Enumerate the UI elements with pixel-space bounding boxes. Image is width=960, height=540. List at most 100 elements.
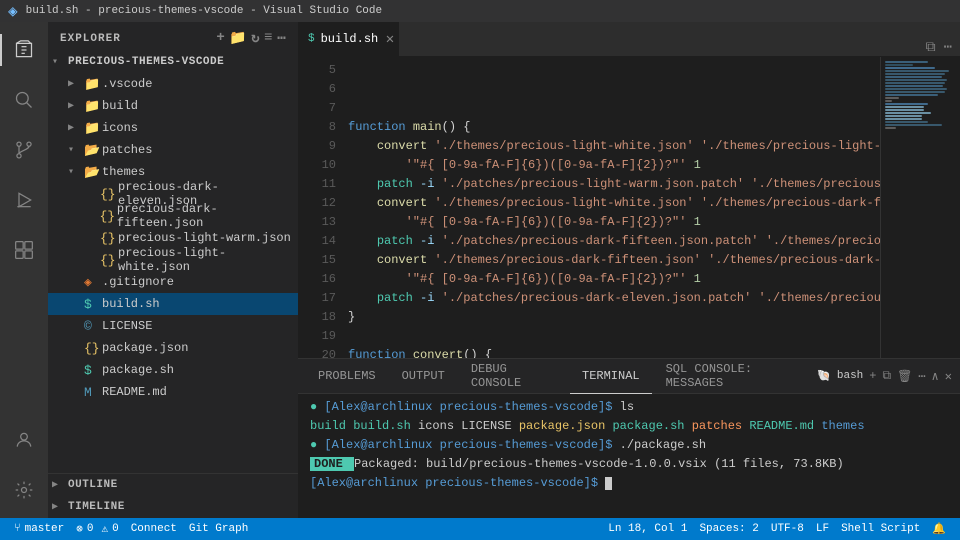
run-activity-icon[interactable] bbox=[0, 176, 48, 224]
sidebar-item-dark-fifteen[interactable]: {} precious-dark-fifteen.json bbox=[48, 205, 298, 227]
status-spaces[interactable]: Spaces: 2 bbox=[693, 523, 764, 535]
explorer-title: EXPLORER bbox=[60, 33, 121, 45]
editor-content: 5 6 7 8 9 10 11 12 13 14 15 16 17 18 19 … bbox=[298, 57, 960, 358]
title-bar: ◈ build.sh - precious-themes-vscode - Vi… bbox=[0, 0, 960, 22]
sidebar-item-packagejson[interactable]: {} package.json bbox=[48, 337, 298, 359]
timeline-arrow: ▶ bbox=[52, 501, 68, 513]
terminal-panel: PROBLEMS OUTPUT DEBUG CONSOLE TERMINAL S… bbox=[298, 358, 960, 518]
error-count: 0 bbox=[87, 523, 94, 535]
collapse-icon[interactable]: ≡ bbox=[264, 30, 273, 47]
terminal-split-icon[interactable]: ⧉ bbox=[882, 369, 891, 383]
tree-root[interactable]: ▾ PRECIOUS-THEMES-VSCODE bbox=[48, 51, 298, 73]
more-editor-icon[interactable]: ⋯ bbox=[944, 39, 952, 56]
code-editor[interactable]: function main() { convert './themes/prec… bbox=[344, 57, 880, 358]
sidebar-item-patches[interactable]: ▾ 📂 patches bbox=[48, 139, 298, 161]
buildsh-label: build.sh bbox=[102, 297, 160, 311]
root-arrow: ▾ bbox=[52, 56, 68, 68]
minimap bbox=[880, 57, 960, 358]
extensions-activity-icon[interactable] bbox=[0, 226, 48, 274]
source-control-activity-icon[interactable] bbox=[0, 126, 48, 174]
status-connect[interactable]: Connect bbox=[125, 518, 183, 540]
search-activity-icon[interactable] bbox=[0, 76, 48, 124]
license-label: LICENSE bbox=[102, 319, 152, 333]
outline-arrow: ▶ bbox=[52, 479, 68, 491]
build-label: build bbox=[102, 99, 138, 113]
new-file-icon[interactable]: + bbox=[216, 30, 225, 47]
terminal-more-icon[interactable]: ⋯ bbox=[918, 369, 925, 384]
tab-problems[interactable]: PROBLEMS bbox=[306, 359, 388, 394]
tab-buildsh-close[interactable]: ✕ bbox=[386, 31, 394, 48]
sidebar-item-icons[interactable]: ▶ 📁 icons bbox=[48, 117, 298, 139]
patches-arrow: ▾ bbox=[68, 144, 84, 156]
terminal-trash-icon[interactable]: 🗑 bbox=[897, 369, 912, 384]
build-folder-icon: 📁 bbox=[84, 99, 102, 114]
bash-label: 🐚 bbox=[817, 369, 831, 383]
tab-sql-console[interactable]: SQL CONSOLE: MESSAGES bbox=[654, 359, 816, 394]
terminal-body[interactable]: ● [Alex@archlinux precious-themes-vscode… bbox=[298, 394, 960, 518]
readme-label: README.md bbox=[102, 385, 167, 399]
more-icon[interactable]: ⋯ bbox=[277, 30, 286, 47]
status-language[interactable]: Shell Script bbox=[835, 523, 926, 535]
dark-fifteen-label: precious-dark-fifteen.json bbox=[117, 202, 298, 230]
file-tree: ▾ PRECIOUS-THEMES-VSCODE ▶ 📁 .vscode ▶ 📁… bbox=[48, 51, 298, 473]
tab-output[interactable]: OUTPUT bbox=[390, 359, 457, 394]
tab-terminal[interactable]: TERMINAL bbox=[570, 359, 652, 394]
refresh-icon[interactable]: ↻ bbox=[251, 30, 260, 47]
sidebar-item-gitignore[interactable]: ◈ .gitignore bbox=[48, 271, 298, 293]
sidebar-item-build[interactable]: ▶ 📁 build bbox=[48, 95, 298, 117]
terminal-line-4-done: DONE Packaged: build/precious-themes-vsc… bbox=[310, 455, 948, 474]
terminal-line-2-files: build build.sh icons LICENSE package.jso… bbox=[310, 417, 948, 436]
sidebar-item-vscode[interactable]: ▶ 📁 .vscode bbox=[48, 73, 298, 95]
tab-bar: $ build.sh ✕ ⧉ ⋯ bbox=[298, 22, 960, 57]
position-label: Ln 18, Col 1 bbox=[608, 523, 687, 535]
status-branch[interactable]: ⑂ master bbox=[8, 518, 70, 540]
outline-label: OUTLINE bbox=[68, 479, 118, 491]
sidebar-item-packagesh[interactable]: $ package.sh bbox=[48, 359, 298, 381]
status-git-graph[interactable]: Git Graph bbox=[183, 518, 254, 540]
line-numbers: 5 6 7 8 9 10 11 12 13 14 15 16 17 18 19 … bbox=[298, 57, 344, 358]
terminal-expand-icon[interactable]: ∧ bbox=[932, 369, 939, 384]
split-editor-icon[interactable]: ⧉ bbox=[926, 40, 936, 56]
error-icon: ⊗ bbox=[76, 522, 83, 536]
timeline-section[interactable]: ▶ TIMELINE bbox=[48, 496, 298, 518]
gitignore-label: .gitignore bbox=[102, 275, 174, 289]
sidebar-item-light-white[interactable]: {} precious-light-white.json bbox=[48, 249, 298, 271]
activity-bar bbox=[0, 22, 48, 518]
tab-buildsh[interactable]: $ build.sh ✕ bbox=[298, 22, 399, 56]
sidebar-header: EXPLORER + 📁 ↻ ≡ ⋯ bbox=[48, 22, 298, 51]
status-bell[interactable]: 🔔 bbox=[926, 522, 952, 536]
icons-folder-icon: 📁 bbox=[84, 121, 102, 136]
sidebar-item-license[interactable]: © LICENSE bbox=[48, 315, 298, 337]
files-activity-icon[interactable] bbox=[0, 26, 48, 74]
warning-count: 0 bbox=[112, 523, 119, 535]
terminal-add-icon[interactable]: + bbox=[869, 369, 876, 383]
bash-name: bash bbox=[837, 370, 863, 382]
sidebar-item-readme[interactable]: M README.md bbox=[48, 381, 298, 403]
status-errors[interactable]: ⊗ 0 ⚠ 0 bbox=[70, 518, 124, 540]
new-folder-icon[interactable]: 📁 bbox=[229, 30, 247, 47]
encoding-label: UTF-8 bbox=[771, 523, 804, 535]
light-white-label: precious-light-white.json bbox=[118, 246, 298, 274]
tab-debug-console[interactable]: DEBUG CONSOLE bbox=[459, 359, 568, 394]
outline-section[interactable]: ▶ OUTLINE bbox=[48, 474, 298, 496]
light-white-file-icon: {} bbox=[100, 253, 118, 268]
vscode-folder-icon: 📁 bbox=[84, 77, 102, 92]
status-encoding[interactable]: UTF-8 bbox=[765, 523, 810, 535]
terminal-toolbar: 🐚 bash + ⧉ 🗑 ⋯ ∧ ✕ bbox=[817, 369, 952, 384]
terminal-line-3: ● [Alex@archlinux precious-themes-vscode… bbox=[310, 436, 948, 455]
account-activity-icon[interactable] bbox=[0, 416, 48, 464]
vscode-label: .vscode bbox=[102, 77, 152, 91]
app-icon: ◈ bbox=[8, 1, 18, 21]
gitignore-file-icon: ◈ bbox=[84, 275, 102, 290]
icons-arrow: ▶ bbox=[68, 122, 84, 134]
settings-activity-icon[interactable] bbox=[0, 466, 48, 514]
spaces-label: Spaces: 2 bbox=[699, 523, 758, 535]
readme-file-icon: M bbox=[84, 385, 102, 400]
status-line-ending[interactable]: LF bbox=[810, 523, 835, 535]
branch-name: master bbox=[25, 523, 65, 535]
packagesh-label: package.sh bbox=[102, 363, 174, 377]
status-position[interactable]: Ln 18, Col 1 bbox=[602, 523, 693, 535]
themes-arrow: ▾ bbox=[68, 166, 84, 178]
terminal-close-icon[interactable]: ✕ bbox=[945, 369, 952, 384]
sidebar-item-buildsh[interactable]: $ build.sh bbox=[48, 293, 298, 315]
